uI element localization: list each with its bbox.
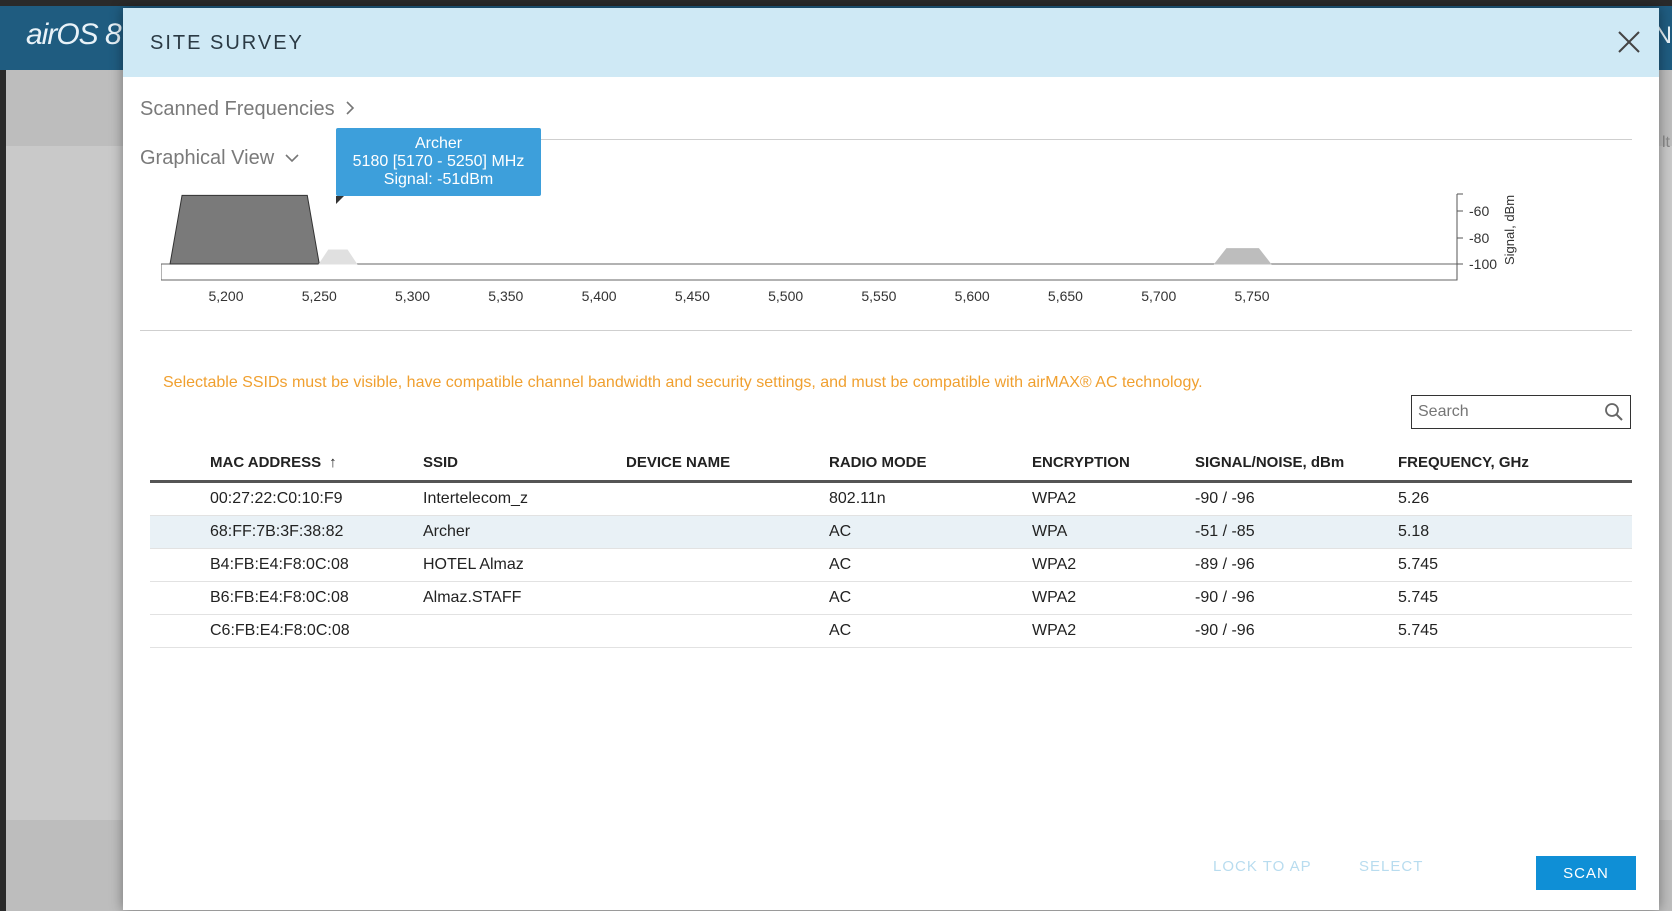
modal-header: SITE SURVEY bbox=[123, 8, 1659, 77]
table-header-row: MAC ADDRESS ↑ SSID DEVICE NAME RADIO MODE… bbox=[150, 444, 1632, 483]
cell-signal-noise: -51 / -85 bbox=[1195, 515, 1398, 549]
cell-radio-mode: AC bbox=[829, 515, 1032, 549]
cell-mac: B6:FB:E4:F8:0C:08 bbox=[150, 581, 423, 615]
table-row[interactable]: B4:FB:E4:F8:0C:08 HOTEL Almaz AC WPA2 -8… bbox=[150, 548, 1632, 582]
table-row[interactable]: C6:FB:E4:F8:0C:08 AC WPA2 -90 / -96 5.74… bbox=[150, 614, 1632, 648]
column-header-radio-mode[interactable]: RADIO MODE bbox=[829, 444, 1032, 483]
modal-title: SITE SURVEY bbox=[150, 32, 304, 54]
cell-device-name bbox=[626, 581, 829, 615]
cell-encryption: WPA bbox=[1032, 515, 1195, 549]
x-tick-label: 5,200 bbox=[208, 288, 243, 304]
table-row[interactable]: 68:FF:7B:3F:38:82 Archer AC WPA -51 / -8… bbox=[150, 515, 1632, 549]
frequency-chart: 5,200 5,250 5,300 5,350 5,400 5,450 5,500 5,550… bbox=[161, 193, 1517, 304]
cell-mac: 00:27:22:C0:10:F9 bbox=[150, 481, 423, 516]
column-header-device-name[interactable]: DEVICE NAME bbox=[626, 444, 829, 483]
tooltip-pointer bbox=[336, 196, 344, 204]
cell-signal-noise: -90 / -96 bbox=[1195, 614, 1398, 648]
chart-divider bbox=[140, 330, 1632, 331]
chart-tooltip: Archer 5180 [5170 - 5250] MHz Signal: -5… bbox=[336, 128, 541, 196]
cell-mac: 68:FF:7B:3F:38:82 bbox=[150, 515, 423, 549]
close-icon[interactable] bbox=[1611, 24, 1647, 60]
cell-signal-noise: -89 / -96 bbox=[1195, 548, 1398, 582]
chart-series-hotel-almaz[interactable] bbox=[1213, 248, 1272, 265]
x-tick-label: 5,750 bbox=[1234, 288, 1269, 304]
x-tick-label: 5,300 bbox=[395, 288, 430, 304]
x-tick-label: 5,250 bbox=[302, 288, 337, 304]
cell-mac: B4:FB:E4:F8:0C:08 bbox=[150, 548, 423, 582]
cell-device-name bbox=[626, 548, 829, 582]
x-tick-label: 5,700 bbox=[1141, 288, 1176, 304]
tooltip-frequency: 5180 [5170 - 5250] MHz bbox=[352, 153, 525, 170]
column-header-mac[interactable]: MAC ADDRESS ↑ bbox=[150, 444, 423, 483]
site-survey-modal: SITE SURVEY Scanned Frequencies Graphica… bbox=[123, 8, 1659, 910]
column-header-signal-noise[interactable]: SIGNAL/NOISE, dBm bbox=[1195, 444, 1398, 483]
cell-ssid: Almaz.STAFF bbox=[423, 581, 626, 615]
sort-arrow-icon: ↑ bbox=[329, 453, 337, 471]
scanned-frequencies-label: Scanned Frequencies bbox=[140, 98, 335, 120]
cell-frequency: 5.18 bbox=[1398, 515, 1632, 549]
scanned-frequencies-toggle[interactable]: Scanned Frequencies bbox=[140, 98, 356, 121]
chevron-down-icon bbox=[285, 154, 299, 163]
cell-mac: C6:FB:E4:F8:0C:08 bbox=[150, 614, 423, 648]
graphical-view-toggle[interactable]: Graphical View bbox=[140, 147, 300, 170]
column-header-frequency[interactable]: FREQUENCY, GHz bbox=[1398, 444, 1632, 483]
cell-radio-mode: AC bbox=[829, 614, 1032, 648]
y-tick-label: -100 bbox=[1469, 256, 1497, 272]
y-tick-label: -80 bbox=[1469, 230, 1489, 246]
chevron-right-icon bbox=[346, 101, 355, 115]
lock-to-ap-button[interactable]: LOCK TO AP bbox=[1213, 858, 1312, 875]
cell-ssid: Intertelecom_z bbox=[423, 481, 626, 516]
cell-signal-noise: -90 / -96 bbox=[1195, 581, 1398, 615]
cell-encryption: WPA2 bbox=[1032, 481, 1195, 516]
y-tick-label: -60 bbox=[1469, 203, 1489, 219]
cell-device-name bbox=[626, 481, 829, 516]
tooltip-signal: Signal: -51dBm bbox=[383, 171, 494, 188]
cell-device-name bbox=[626, 614, 829, 648]
compatibility-notice: Selectable SSIDs must be visible, have c… bbox=[163, 374, 1203, 391]
cell-radio-mode: AC bbox=[829, 581, 1032, 615]
x-tick-label: 5,650 bbox=[1048, 288, 1083, 304]
background-edge-text: lt bbox=[1662, 134, 1670, 151]
tooltip-ssid: Archer bbox=[414, 135, 463, 152]
table-row[interactable]: B6:FB:E4:F8:0C:08 Almaz.STAFF AC WPA2 -9… bbox=[150, 581, 1632, 615]
airos-logo[interactable]: airOS 8 bbox=[26, 18, 122, 52]
scan-button[interactable]: SCAN bbox=[1536, 856, 1636, 890]
cell-frequency: 5.745 bbox=[1398, 581, 1632, 615]
cell-radio-mode: 802.11n bbox=[829, 481, 1032, 516]
cell-frequency: 5.745 bbox=[1398, 614, 1632, 648]
cell-encryption: WPA2 bbox=[1032, 614, 1195, 648]
x-tick-label: 5,500 bbox=[768, 288, 803, 304]
column-header-encryption[interactable]: ENCRYPTION bbox=[1032, 444, 1195, 483]
search-box bbox=[1411, 395, 1631, 429]
graphical-view-label: Graphical View bbox=[140, 147, 275, 169]
cell-radio-mode: AC bbox=[829, 548, 1032, 582]
cell-frequency: 5.26 bbox=[1398, 481, 1632, 516]
cell-frequency: 5.745 bbox=[1398, 548, 1632, 582]
x-tick-label: 5,350 bbox=[488, 288, 523, 304]
section-divider bbox=[521, 139, 1632, 140]
app-header-strip bbox=[0, 0, 1672, 6]
select-button[interactable]: SELECT bbox=[1359, 858, 1423, 875]
chart-series-intertelecom-z[interactable] bbox=[318, 249, 358, 265]
chart-series-archer[interactable] bbox=[169, 194, 320, 265]
search-input[interactable] bbox=[1418, 400, 1598, 424]
x-tick-label: 5,600 bbox=[955, 288, 990, 304]
cell-device-name bbox=[626, 515, 829, 549]
cell-ssid: HOTEL Almaz bbox=[423, 548, 626, 582]
table-row[interactable]: 00:27:22:C0:10:F9 Intertelecom_z 802.11n… bbox=[150, 481, 1632, 516]
search-icon[interactable] bbox=[1604, 402, 1624, 422]
column-header-ssid[interactable]: SSID bbox=[423, 444, 626, 483]
site-survey-table: MAC ADDRESS ↑ SSID DEVICE NAME RADIO MODE… bbox=[150, 444, 1632, 648]
y-axis-label: Signal, dBm bbox=[1502, 195, 1517, 265]
cell-encryption: WPA2 bbox=[1032, 581, 1195, 615]
x-tick-label: 5,550 bbox=[861, 288, 896, 304]
cell-encryption: WPA2 bbox=[1032, 548, 1195, 582]
cell-ssid: Archer bbox=[423, 515, 626, 549]
x-tick-label: 5,450 bbox=[675, 288, 710, 304]
chart-baseline-bar bbox=[161, 263, 1458, 281]
x-tick-label: 5,400 bbox=[582, 288, 617, 304]
cell-ssid bbox=[423, 614, 626, 648]
cell-signal-noise: -90 / -96 bbox=[1195, 481, 1398, 516]
